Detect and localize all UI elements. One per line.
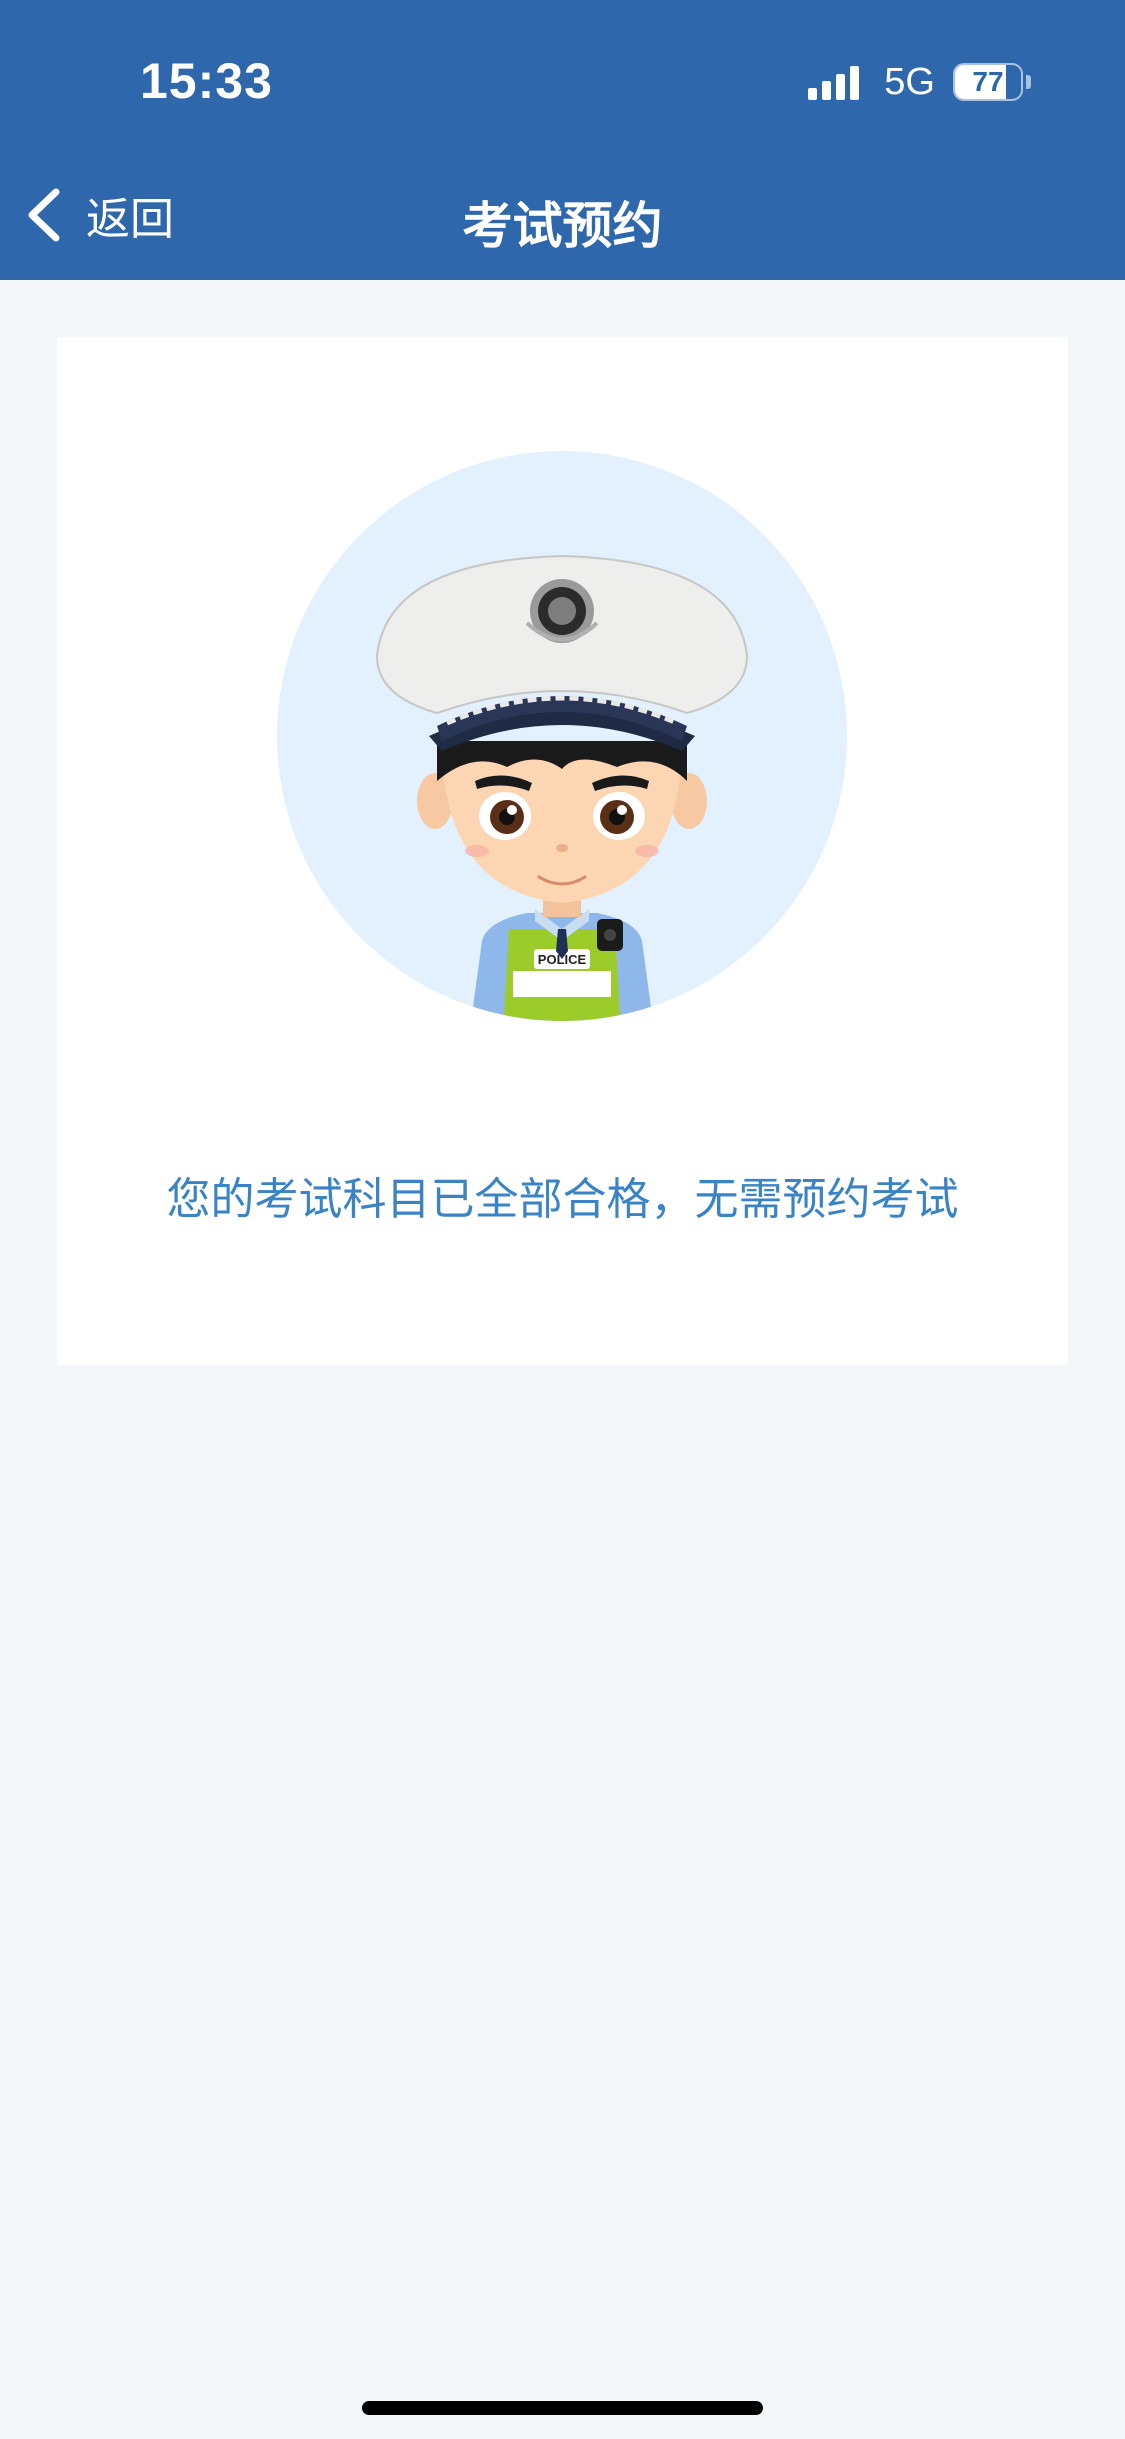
result-card: POLICE 您的考试科目已全部合格，无需预约考试 [57, 337, 1068, 1365]
status-time: 15:33 [140, 53, 273, 109]
app-header: 15:33 5G 77 返回 考试预约 [0, 0, 1125, 280]
signal-icon [808, 64, 864, 100]
status-message: 您的考试科目已全部合格，无需预约考试 [166, 1174, 959, 1225]
battery-tip [1026, 75, 1031, 89]
page-title: 考试预约 [462, 197, 663, 255]
status-icons: 5G 77 [808, 60, 1031, 104]
battery-icon: 77 [953, 63, 1023, 101]
network-label: 5G [884, 60, 935, 103]
home-indicator[interactable] [362, 2401, 763, 2415]
police-officer-icon: POLICE [277, 451, 847, 1021]
battery-level: 77 [972, 66, 1004, 97]
